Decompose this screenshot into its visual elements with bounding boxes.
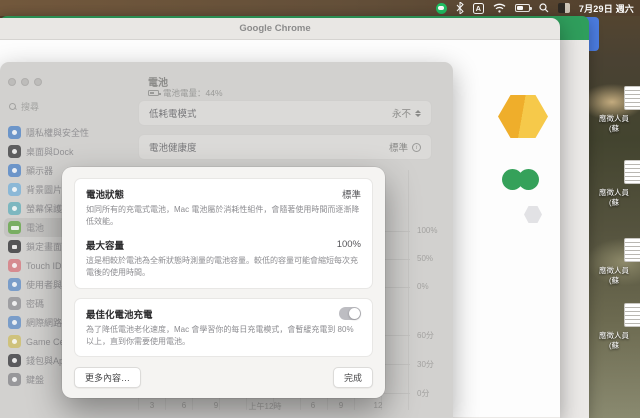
sidebar-item[interactable]: 隱私權與安全性 [0, 123, 132, 142]
battery-health-dialog: 電池狀態 標準 如同所有的充電式電池，Mac 電池屬於消耗性組件，會隨著使用時間… [62, 167, 385, 398]
desktop-file-label: 應徵人員 [599, 331, 629, 340]
section-value: 標準 [342, 187, 361, 201]
section-description: 如同所有的充電式電池，Mac 電池屬於消耗性組件，會隨著使用時間而逐漸降低效能。 [86, 204, 361, 229]
info-icon[interactable]: i [412, 143, 421, 152]
sidebar-item-label: 鎖定畫面 [26, 240, 62, 253]
battery-level-icon [148, 90, 159, 96]
section-description: 這是相較於電池為全新狀態時測量的電池容量。較低的容量可能會縮短每次充電後的使用時… [86, 255, 361, 280]
optimized-charging-description: 為了降低電池老化速度，Mac 會學習你的每日充電模式，會暫緩充電到 80% 以上… [86, 324, 361, 349]
chart-y-label: 0分 [417, 388, 429, 399]
battery-icon [8, 221, 21, 234]
dock-icon [8, 145, 21, 158]
chart-x-label: 6 [182, 401, 186, 410]
search-placeholder: 搜尋 [21, 100, 39, 113]
section-title: 最大容量 [86, 238, 124, 252]
desktop-file-label-2: (蘇 [609, 124, 619, 133]
input-source-icon[interactable]: A [473, 3, 484, 14]
done-button[interactable]: 完成 [333, 367, 373, 388]
spotlight-icon[interactable] [539, 2, 549, 14]
desktop-file-label: 應徵人員 [599, 188, 629, 197]
document-thumbnail-icon [624, 303, 640, 327]
chevron-up-down-icon [415, 110, 421, 117]
sidebar-item-label: 隱私權與安全性 [26, 126, 89, 139]
chart-y-label: 30分 [417, 359, 434, 370]
chart-y-label: 0% [417, 282, 429, 291]
optimized-charging-title: 最佳化電池充電 [86, 307, 153, 321]
sidebar-item-label: 顯示器 [26, 164, 53, 177]
wallet-icon [8, 354, 21, 367]
chart-x-label: 9 [214, 401, 218, 410]
at-icon [8, 316, 21, 329]
battery-level-text: 電池電量：44% [163, 87, 223, 99]
document-thumbnail-icon [624, 238, 640, 262]
low-power-mode-label: 低耗電模式 [149, 106, 197, 120]
green-circles-shape [502, 169, 540, 190]
section-value: 100% [337, 239, 361, 250]
touch-id-icon [8, 259, 21, 272]
document-thumbnail-icon [624, 86, 640, 110]
sidebar-item-label: 密碼 [26, 297, 44, 310]
document-thumbnail-icon [624, 160, 640, 184]
desktop-file-label-2: (蘇 [609, 276, 619, 285]
display-icon [8, 164, 21, 177]
battery-health-label: 電池健康度 [149, 140, 197, 154]
search-icon [9, 103, 17, 111]
desktop-file-label: 應徵人員 [599, 266, 629, 275]
optimized-charging-toggle[interactable] [339, 307, 361, 320]
desktop-file-label-2: (蘇 [609, 198, 619, 207]
chart-y-label: 50% [417, 254, 433, 263]
chrome-window-title: Google Chrome [0, 18, 560, 40]
sidebar-item-label: 背景圖片 [26, 183, 62, 196]
lock-icon [8, 240, 21, 253]
dialog-info-card: 電池狀態 標準 如同所有的充電式電池，Mac 電池屬於消耗性組件，會隨著使用時間… [74, 178, 373, 289]
sidebar-item-label: 鍵盤 [26, 373, 44, 386]
menu-extra-icon[interactable] [558, 2, 570, 14]
keyboard-icon [8, 373, 21, 386]
screensaver-icon [8, 202, 21, 215]
desktop-screen: A 7月29日 週六 Google Chrome 應徵人員(蘇 [0, 0, 640, 418]
users-icon [8, 278, 21, 291]
low-power-mode-row: 低耗電模式 永不 [138, 100, 432, 126]
chart-x-label: 6 [311, 401, 315, 410]
chart-y-label: 100% [417, 226, 437, 235]
desktop-file-icons: 應徵人員(蘇 應徵人員(蘇 應徵人員(蘇 應徵人員(蘇 [588, 16, 640, 418]
wifi-icon[interactable] [493, 2, 506, 14]
sidebar-search-field[interactable]: 搜尋 [9, 100, 123, 113]
sidebar-item-label: 電池 [26, 221, 44, 234]
more-info-button[interactable]: 更多內容… [74, 367, 141, 388]
key-icon [8, 297, 21, 310]
chart-x-label: 3 [150, 401, 154, 410]
privacy-icon [8, 126, 21, 139]
section-title: 電池狀態 [86, 187, 124, 201]
desktop-file-label-2: (蘇 [609, 341, 619, 350]
battery-health-value: 標準 [389, 140, 408, 154]
low-power-mode-select[interactable]: 永不 [392, 106, 421, 120]
menu-bar: A 7月29日 週六 [0, 0, 640, 16]
chart-x-label: 12 [374, 401, 383, 410]
dialog-section: 最大容量 100% 這是相較於電池為全新狀態時測量的電池容量。較低的容量可能會縮… [86, 238, 361, 280]
menu-bar-date[interactable]: 7月29日 週六 [579, 2, 634, 14]
sidebar-item-label: 桌面與Dock [26, 145, 74, 158]
optimized-charging-card: 最佳化電池充電 為了降低電池老化速度，Mac 會學習你的每日充電模式，會暫緩充電… [74, 298, 373, 358]
chart-x-label: 9 [339, 401, 343, 410]
sidebar-item[interactable]: 桌面與Dock [0, 142, 132, 161]
chart-x-label: 上午12時 [249, 401, 282, 412]
bluetooth-icon[interactable] [456, 2, 464, 14]
dialog-section: 電池狀態 標準 如同所有的充電式電池，Mac 電池屬於消耗性組件，會隨著使用時間… [86, 187, 361, 229]
battery-health-row: 電池健康度 標準 i [138, 134, 432, 160]
wallpaper-icon [8, 183, 21, 196]
game-center-icon [8, 335, 21, 348]
chart-y-label: 60分 [417, 330, 434, 341]
battery-status-icon[interactable] [515, 2, 530, 14]
desktop-file-label: 應徵人員 [599, 114, 629, 123]
line-app-icon[interactable] [436, 2, 447, 14]
